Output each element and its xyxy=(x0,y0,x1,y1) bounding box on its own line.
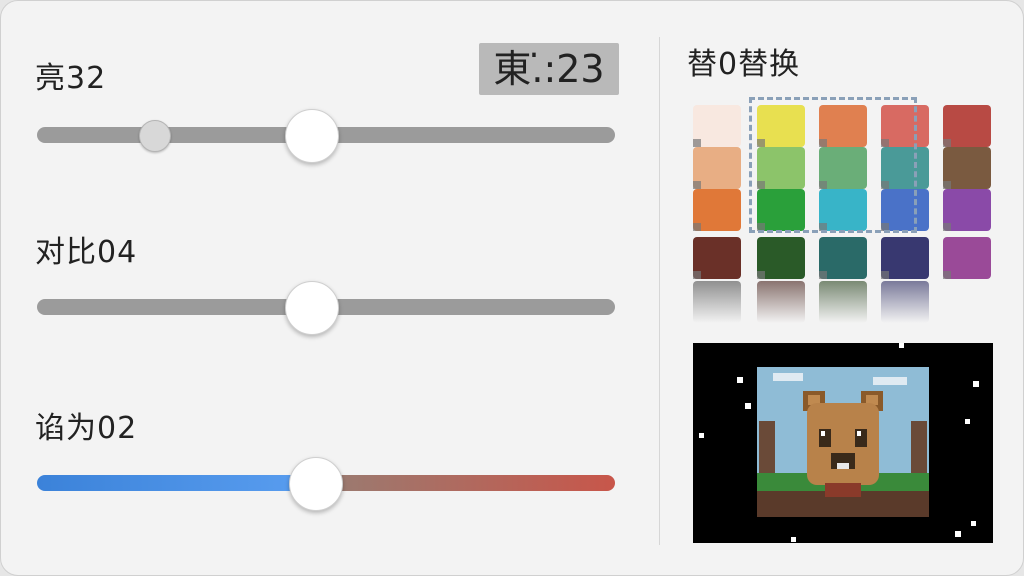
color-swatch[interactable] xyxy=(881,237,929,279)
swatch-fade xyxy=(757,281,805,323)
color-swatch[interactable] xyxy=(943,237,991,279)
color-swatch[interactable] xyxy=(693,147,741,189)
saturation-label: 谄为02 xyxy=(35,411,138,446)
swatch-corner-marker xyxy=(943,181,951,189)
swatch-corner-marker xyxy=(693,139,701,147)
swatch-selection-outline xyxy=(749,97,917,233)
color-swatch[interactable] xyxy=(757,237,805,279)
color-swatch[interactable] xyxy=(819,237,867,279)
swatch-corner-marker xyxy=(693,181,701,189)
swatch-corner-marker xyxy=(757,271,765,279)
swatch-fade xyxy=(693,281,741,323)
swatch-corner-marker xyxy=(819,271,827,279)
saturation-slider-knob[interactable] xyxy=(289,457,343,511)
brightness-secondary-knob[interactable] xyxy=(139,120,171,152)
swatch-corner-marker xyxy=(943,223,951,231)
swatch-corner-marker xyxy=(943,139,951,147)
preview-picture xyxy=(693,343,993,543)
panel-divider xyxy=(659,37,660,545)
brightness-label: 亮32 xyxy=(35,61,107,96)
value-badge: 東.̇:23 xyxy=(479,43,619,95)
swatch-fade xyxy=(819,281,867,323)
contrast-label: 对比04 xyxy=(35,235,138,270)
swatch-fade xyxy=(881,281,929,323)
palette-title: 替0替换 xyxy=(687,47,801,82)
swatch-corner-marker xyxy=(881,271,889,279)
color-swatch[interactable] xyxy=(693,189,741,231)
color-swatch[interactable] xyxy=(943,147,991,189)
brightness-slider-knob[interactable] xyxy=(285,109,339,163)
contrast-slider-knob[interactable] xyxy=(285,281,339,335)
color-swatch[interactable] xyxy=(693,237,741,279)
color-swatch[interactable] xyxy=(943,105,991,147)
color-swatch[interactable] xyxy=(693,105,741,147)
image-preview[interactable] xyxy=(693,343,993,543)
swatch-corner-marker xyxy=(693,223,701,231)
color-swatch[interactable] xyxy=(943,189,991,231)
bear-face-icon xyxy=(803,391,883,497)
swatch-corner-marker xyxy=(693,271,701,279)
swatch-corner-marker xyxy=(943,271,951,279)
image-adjust-panel: 亮32 東.̇:23 对比04 谄为02 替0替换 xyxy=(0,0,1024,576)
